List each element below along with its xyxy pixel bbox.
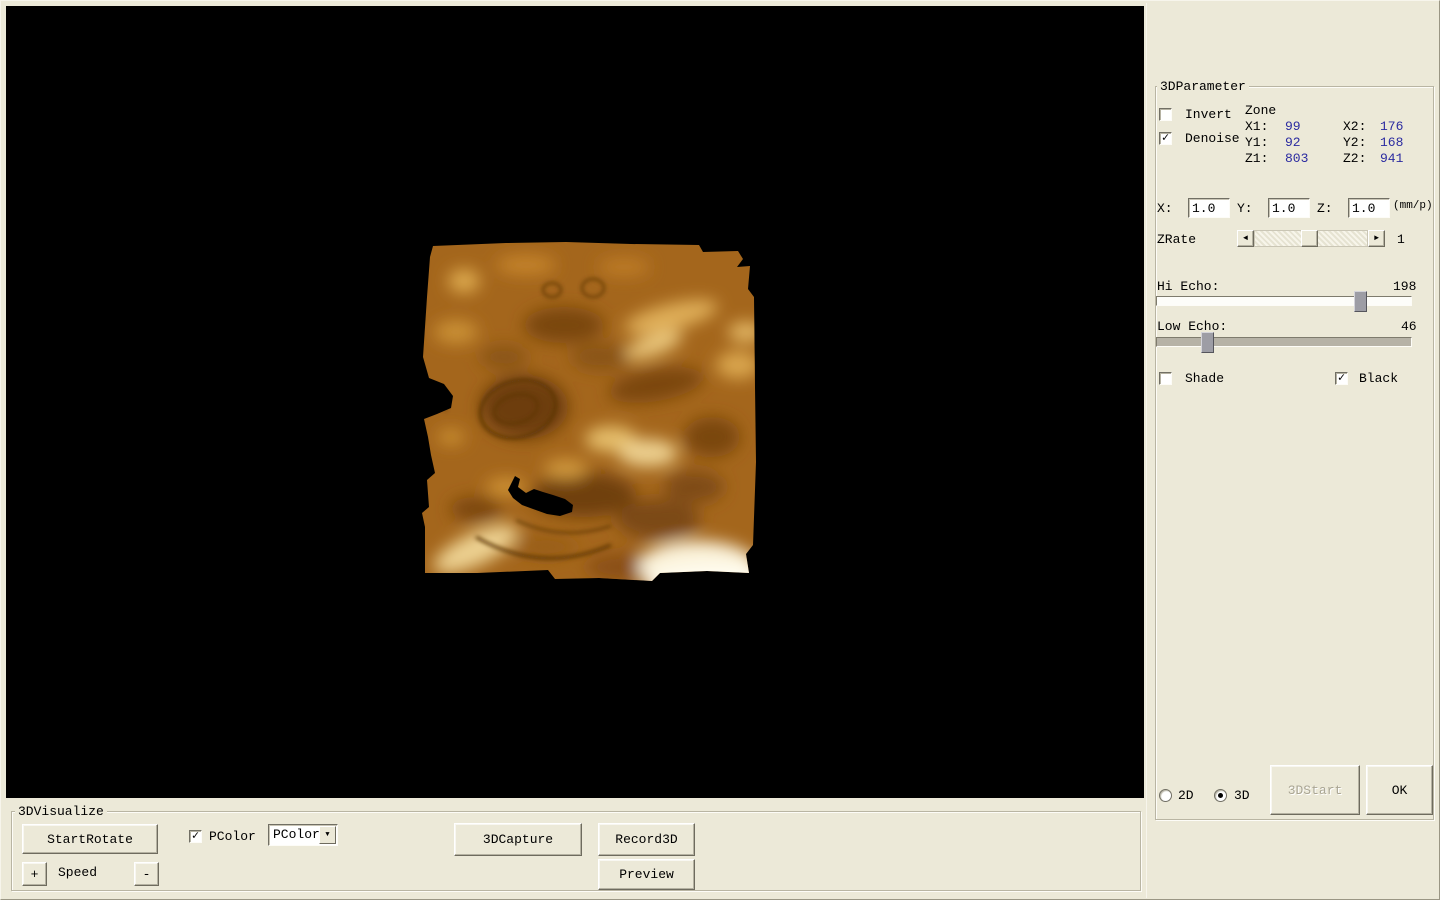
hi-echo-value: 198 xyxy=(1393,279,1416,294)
check-icon: ✓ xyxy=(1162,131,1169,145)
scale-y-input[interactable] xyxy=(1268,198,1310,218)
zone-y1-value: 92 xyxy=(1285,135,1301,150)
invert-checkbox[interactable] xyxy=(1159,108,1172,121)
3dcapture-button[interactable]: 3DCapture xyxy=(454,823,582,856)
visualize-group-title: 3DVisualize xyxy=(15,804,107,819)
hi-echo-slider-thumb[interactable] xyxy=(1354,291,1367,312)
black-checkbox[interactable]: ✓ xyxy=(1335,372,1348,385)
low-echo-track[interactable] xyxy=(1156,337,1412,347)
mode-2d-radio[interactable] xyxy=(1159,789,1172,802)
low-echo-label: Low Echo: xyxy=(1157,319,1227,334)
scale-y-label: Y: xyxy=(1237,201,1253,216)
zrate-scrollbar[interactable]: ◄ ► xyxy=(1237,230,1385,247)
parameter-groupbox xyxy=(1155,86,1434,820)
zone-y2-label: Y2: xyxy=(1343,135,1366,150)
mode-3d-label: 3D xyxy=(1234,788,1250,803)
pcolor-checkbox[interactable]: ✓ xyxy=(189,830,202,843)
app-window: 3DParameter Invert ✓ Denoise Zone X1: 99… xyxy=(0,0,1440,900)
zone-y2-value: 168 xyxy=(1380,135,1403,150)
check-icon: ✓ xyxy=(192,829,199,843)
mode-3d-radio[interactable] xyxy=(1214,789,1227,802)
black-label: Black xyxy=(1359,371,1398,386)
zrate-scroll-thumb[interactable] xyxy=(1301,230,1318,247)
zone-x2-value: 176 xyxy=(1380,119,1403,134)
zrate-value: 1 xyxy=(1397,232,1405,247)
radio-dot-icon xyxy=(1218,793,1223,798)
zrate-label: ZRate xyxy=(1157,232,1196,247)
low-echo-value: 46 xyxy=(1401,319,1417,334)
speed-plus-button[interactable]: + xyxy=(22,862,47,886)
zone-z2-label: Z2: xyxy=(1343,151,1366,166)
zrate-scroll-left-icon[interactable]: ◄ xyxy=(1237,230,1254,247)
preview-button[interactable]: Preview xyxy=(598,859,695,890)
zone-x1-label: X1: xyxy=(1245,119,1268,134)
check-icon: ✓ xyxy=(1338,371,1345,385)
record3d-button[interactable]: Record3D xyxy=(598,823,695,856)
ok-button[interactable]: OK xyxy=(1366,765,1433,815)
zone-title: Zone xyxy=(1245,103,1276,118)
pcolor-label: PColor xyxy=(209,829,256,844)
zrate-scroll-right-icon[interactable]: ► xyxy=(1368,230,1385,247)
start-rotate-button[interactable]: StartRotate xyxy=(22,824,158,854)
low-echo-slider-thumb[interactable] xyxy=(1201,332,1214,353)
speed-label: Speed xyxy=(58,865,97,880)
shade-checkbox[interactable] xyxy=(1159,372,1172,385)
speed-minus-button[interactable]: - xyxy=(134,862,159,886)
denoise-checkbox[interactable]: ✓ xyxy=(1159,132,1172,145)
ultrasound-image xyxy=(416,237,761,582)
3d-viewport[interactable] xyxy=(6,6,1144,798)
zone-x1-value: 99 xyxy=(1285,119,1301,134)
3dstart-button[interactable]: 3DStart xyxy=(1270,765,1360,815)
zone-y1-label: Y1: xyxy=(1245,135,1268,150)
shade-label: Shade xyxy=(1185,371,1224,386)
hi-echo-label: Hi Echo: xyxy=(1157,279,1219,294)
pcolor-dropdown-value: PColor xyxy=(273,827,320,842)
denoise-label: Denoise xyxy=(1185,131,1240,146)
invert-label: Invert xyxy=(1185,107,1232,122)
zone-z1-value: 803 xyxy=(1285,151,1308,166)
ultrasound-3d-render[interactable] xyxy=(416,237,761,582)
mode-2d-label: 2D xyxy=(1178,788,1194,803)
parameter-group-title: 3DParameter xyxy=(1157,79,1249,94)
scale-z-input[interactable] xyxy=(1348,198,1390,218)
pcolor-dropdown[interactable]: PColor ▼ xyxy=(268,824,338,846)
parameter-panel: 3DParameter Invert ✓ Denoise Zone X1: 99… xyxy=(1146,3,1437,898)
zone-x2-label: X2: xyxy=(1343,119,1366,134)
scale-z-label: Z: xyxy=(1317,201,1333,216)
visualize-panel: 3DVisualize StartRotate ✓ PColor PColor … xyxy=(3,799,1144,898)
scale-x-input[interactable] xyxy=(1188,198,1230,218)
zone-z1-label: Z1: xyxy=(1245,151,1268,166)
scale-x-label: X: xyxy=(1157,201,1173,216)
hi-echo-track[interactable] xyxy=(1156,296,1412,306)
dropdown-arrow-icon[interactable]: ▼ xyxy=(319,826,336,844)
scale-unit-label: (mm/p) xyxy=(1393,199,1433,214)
zone-z2-value: 941 xyxy=(1380,151,1403,166)
